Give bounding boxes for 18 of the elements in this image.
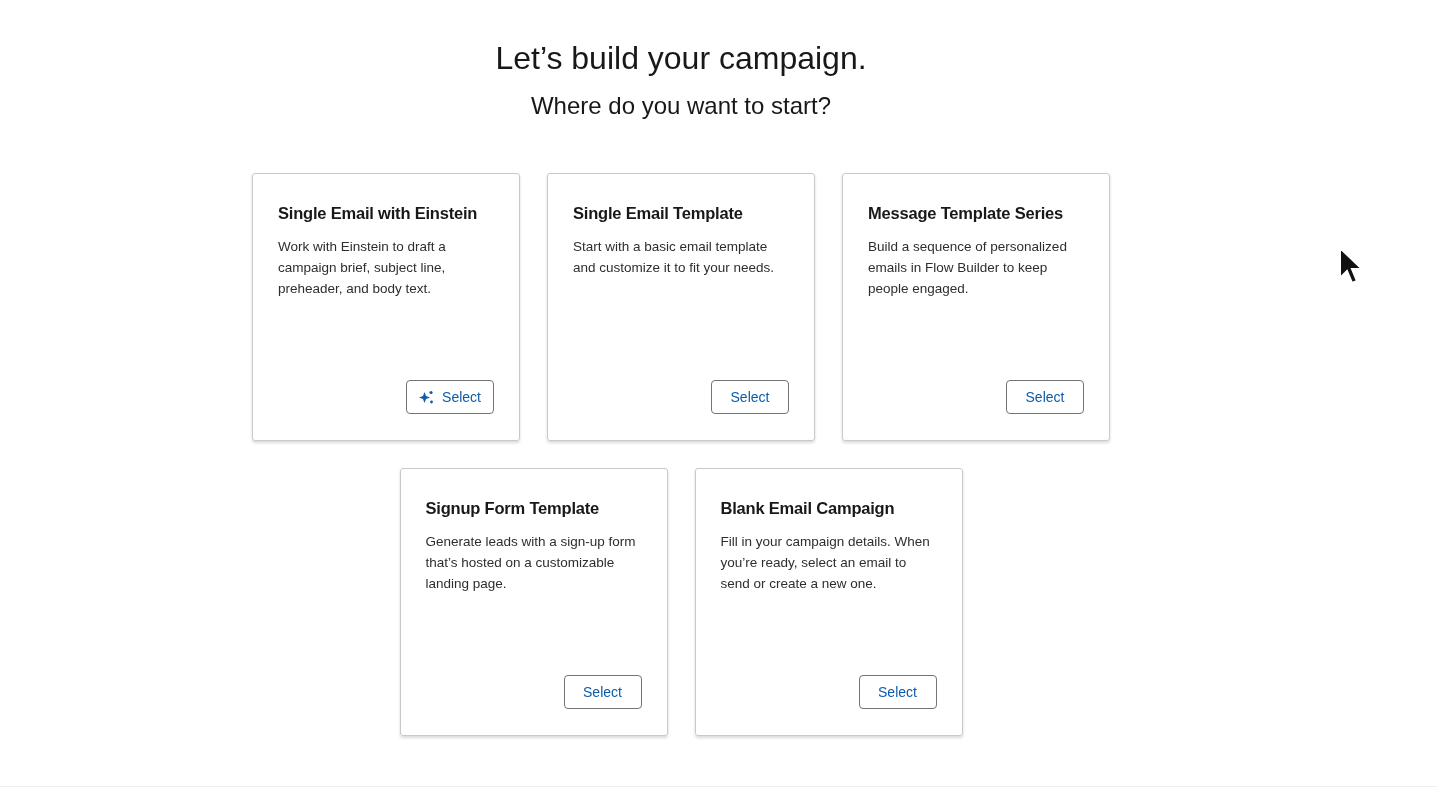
card-title: Single Email with Einstein bbox=[278, 203, 479, 224]
card-description: Start with a basic email template and customize it to fit your needs. bbox=[573, 238, 776, 277]
page-subheading: Where do you want to start? bbox=[529, 91, 833, 121]
card-title: Blank Email Campaign bbox=[720, 498, 896, 519]
select-button[interactable]: Select bbox=[858, 675, 937, 709]
select-button[interactable]: Select bbox=[1006, 380, 1084, 414]
card-description: Generate leads with a sign-up form that’s hosted on a customizable landing page. bbox=[425, 533, 637, 593]
select-button[interactable]: Select bbox=[563, 675, 642, 709]
card-title: Single Email Template bbox=[573, 203, 744, 224]
page-heading: Let’s build your campaign. bbox=[494, 39, 868, 78]
card-title: Signup Form Template bbox=[425, 498, 601, 519]
card-description: Fill in your campaign details. When you’re ready, select an email to send or create a new one. bbox=[720, 533, 931, 593]
card-description: Build a sequence of personalized emails in Flow Builder to keep people engaged. bbox=[868, 238, 1068, 298]
card-title: Message Template Series bbox=[868, 203, 1065, 224]
card-description: Work with Einstein to draft a campaign brief, subject line, preheader, and body text. bbox=[278, 238, 447, 298]
sparkle-icon bbox=[419, 390, 435, 404]
select-button[interactable]: Select bbox=[406, 380, 494, 414]
select-button[interactable]: Select bbox=[711, 380, 789, 414]
